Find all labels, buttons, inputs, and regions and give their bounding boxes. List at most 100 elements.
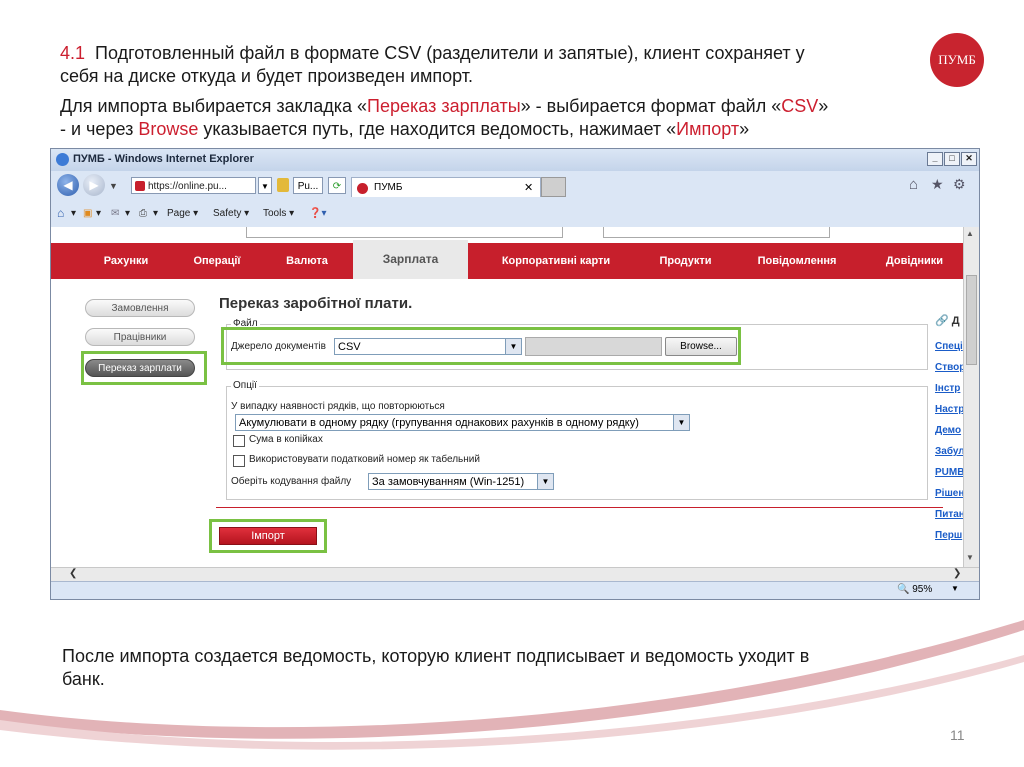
help-icon[interactable]: ❓▾ [309,208,326,219]
right-link[interactable]: PUMB [935,467,963,478]
encoding-value: За замовчуванням (Win-1251) [372,476,525,488]
star-icon[interactable]: ★ [931,176,944,193]
url-input[interactable]: https://online.pu... [131,177,256,194]
maximize-button[interactable]: □ [944,152,960,166]
browser-tab[interactable]: ПУМБ ✕ [351,177,541,197]
dup-label: У випадку наявності рядків, що повторюют… [231,401,445,412]
right-link[interactable]: Настр [935,404,963,415]
scroll-right-icon[interactable]: ❯ [953,568,961,579]
forward-arrow-icon[interactable]: ▶ [83,174,105,196]
chevron-down-icon[interactable]: ▾ [71,208,76,219]
zoom-icon: 🔍 [897,584,910,595]
refresh-icon[interactable]: ⟳ [328,177,346,194]
print-icon[interactable]: ⎙ [139,208,147,219]
chevron-down-icon[interactable]: ▼ [673,415,689,430]
page-content: Рахунки Операції Валюта Зарплата Корпора… [51,227,963,567]
kopiyky-checkbox[interactable] [233,435,245,447]
scroll-up-icon[interactable]: ▲ [966,229,974,238]
nav-dovidnyky[interactable]: Довідники [866,243,963,279]
import-button[interactable]: Імпорт [219,527,317,545]
certificate-label[interactable]: Pu... [293,177,323,194]
right-link[interactable]: Рішен [935,488,963,499]
mail-icon[interactable]: ✉ [111,208,119,219]
page-menu-label: Page [167,208,191,219]
right-link[interactable]: Інстр [935,383,960,394]
tax-number-checkbox[interactable] [233,455,245,467]
safety-menu-label: Safety [213,208,242,219]
nav-zarplata[interactable]: Зарплата [353,240,468,279]
decorative-swoosh [0,620,1024,750]
safety-menu[interactable]: Safety ▾ [213,208,249,219]
chevron-down-icon[interactable]: ▾ [96,208,101,219]
right-link[interactable]: Питан [935,509,963,520]
home-icon[interactable]: ⌂ [909,176,918,193]
zoom-dropdown-icon[interactable]: ▼ [951,584,959,593]
new-tab-button[interactable] [541,177,566,197]
tools-menu-label: Tools [263,208,287,219]
scroll-thumb[interactable] [966,275,977,365]
side-pratsivnyky[interactable]: Працівники [85,328,195,346]
nav-produkty[interactable]: Продукти [643,243,728,279]
kopiyky-label: Сума в копійках [249,434,323,445]
nav-valyuta[interactable]: Валюта [263,243,351,279]
nav-povidomlennya[interactable]: Повідомлення [731,243,863,279]
close-window-button[interactable]: ✕ [961,152,977,166]
horizontal-scrollbar[interactable]: ❮ ❯ [51,567,979,581]
lock-icon[interactable] [277,178,289,192]
chevron-down-icon[interactable]: ▼ [537,474,553,489]
chevron-down-icon[interactable]: ▾ [153,208,158,219]
url-dropdown-icon[interactable]: ▼ [258,177,272,194]
status-bar: 🔍 95% ▼ [51,581,979,599]
page-menu[interactable]: Page ▾ [167,208,198,219]
side-zamovlennya[interactable]: Замовлення [85,299,195,317]
feed-icon[interactable]: ▣ [83,208,92,219]
right-link[interactable]: Перш [935,530,962,541]
para-import: Импорт [676,119,740,139]
gear-icon[interactable]: ⚙ [953,176,966,193]
right-link[interactable]: Створ [935,362,963,373]
para-text: » [739,119,750,139]
right-link[interactable]: Спеці [935,341,963,352]
site-favicon [135,181,145,191]
chevron-down-icon[interactable]: ▾ [125,208,130,219]
right-panel-heading: 🔗 Д [935,314,960,327]
slide-paragraph: Для импорта выбирается закладка «Переказ… [60,95,940,141]
heading-line1: Подготовленный файл в формате CSV (разде… [95,43,805,63]
scroll-left-icon[interactable]: ❮ [69,568,77,579]
para-text: Для импорта выбирается закладка « [60,96,368,116]
nav-corporate-cards[interactable]: Корпоративні карти [471,243,641,279]
divider [216,507,943,508]
page-number: 11 [950,727,965,743]
para-text: указывается путь, где находится ведомост… [198,119,677,139]
ie-icon [56,153,69,166]
address-bar: ◀ ▶ ▼ https://online.pu... ▼ Pu... ⟳ ПУМ… [51,171,979,201]
top-input-right[interactable] [603,227,830,238]
dup-select[interactable]: Акумулювати в одному рядку (групування о… [235,414,690,431]
para-browse: Browse [138,119,199,139]
right-link[interactable]: Забул [935,446,963,457]
home-icon[interactable]: ⌂ [57,206,64,220]
tools-menu[interactable]: Tools ▾ [263,208,294,219]
encoding-label: Оберіть кодування файлу [231,476,352,487]
dup-value: Акумулювати в одному рядку (групування о… [239,417,639,429]
history-dropdown-icon[interactable]: ▼ [109,181,118,191]
nav-operatsii[interactable]: Операції [173,243,261,279]
pumb-logo: ПУМБ [930,33,984,87]
para-csv: CSV [781,96,819,116]
tab-favicon [357,183,368,194]
back-arrow-icon[interactable]: ◀ [57,174,79,196]
vertical-scrollbar[interactable]: ▲ ▼ [963,227,979,567]
page-title: Переказ заробітної плати. [219,295,413,312]
encoding-select[interactable]: За замовчуванням (Win-1251) ▼ [368,473,554,490]
close-icon[interactable]: ✕ [524,178,533,198]
nav-rahunky[interactable]: Рахунки [81,243,171,279]
highlight-file [221,327,741,365]
top-input-left[interactable] [246,227,563,238]
minimize-button[interactable]: _ [927,152,943,166]
site-nav: Рахунки Операції Валюта Зарплата Корпора… [51,240,963,279]
scroll-down-icon[interactable]: ▼ [966,553,974,562]
zoom-control[interactable]: 🔍 95% [897,584,932,595]
side-perekaz-zarplaty[interactable]: Переказ зарплати [85,359,195,377]
heading-line2: себя на диске откуда и будет произведен … [60,66,474,86]
right-link[interactable]: Демо [935,425,961,436]
